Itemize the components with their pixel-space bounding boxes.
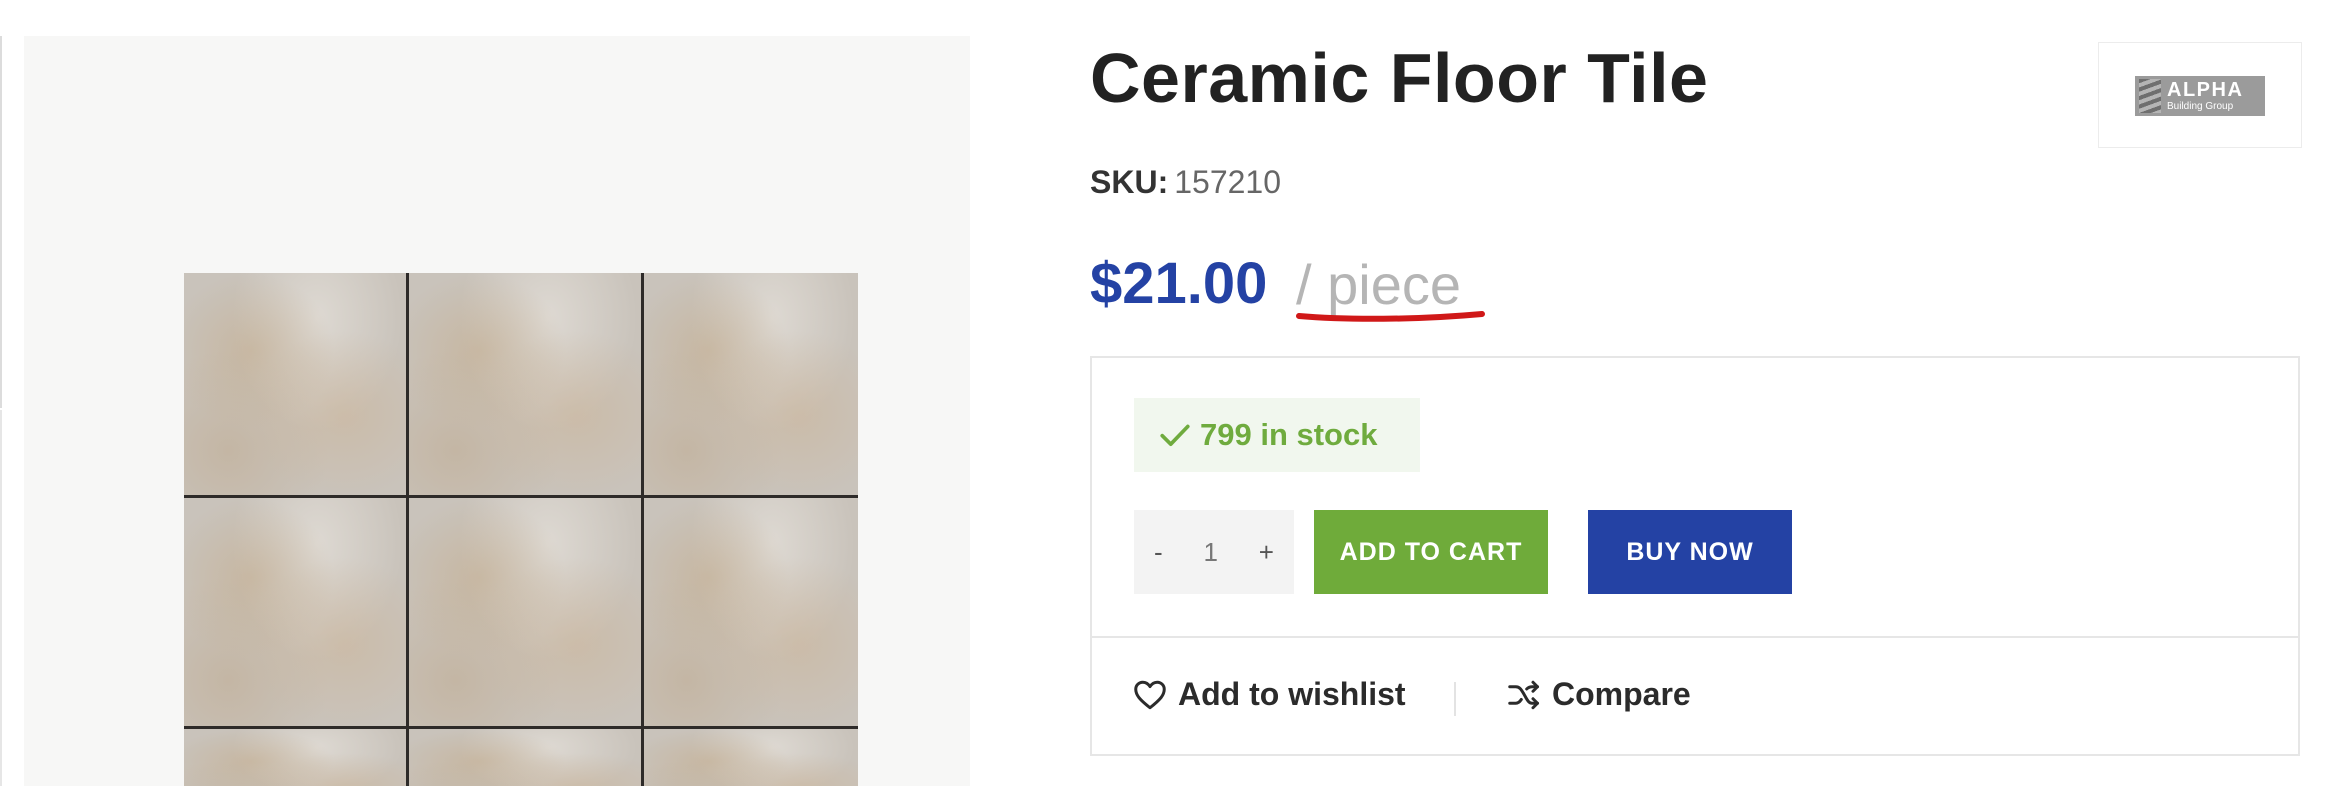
compare-label: Compare [1552, 676, 1691, 712]
brand-mark-icon [2139, 79, 2161, 113]
brand-logo: ALPHA Building Group [2135, 76, 2265, 116]
left-edge-divider [0, 36, 2, 408]
check-icon [1160, 424, 1190, 447]
purchase-box-divider [1092, 636, 2298, 638]
product-page: Ceramic Floor Tile ALPHA Building Group … [0, 0, 2328, 786]
red-underline-annotation [1296, 311, 1485, 322]
sku-value: 157210 [1174, 164, 1281, 200]
product-image-panel[interactable] [24, 36, 970, 786]
quantity-decrease-button[interactable]: - [1154, 537, 1163, 568]
sku-label: SKU: [1090, 164, 1169, 200]
buy-now-button[interactable]: BUY NOW [1588, 510, 1792, 594]
brand-tagline: Building Group [2167, 101, 2234, 112]
shuffle-icon [1508, 680, 1539, 709]
left-edge-divider [0, 410, 2, 786]
stock-status-badge: 799 in stock [1134, 398, 1420, 472]
product-price: $21.00 [1090, 251, 1268, 316]
ceramic-floor-tile-image [184, 273, 858, 786]
heart-icon [1134, 680, 1166, 709]
add-to-cart-button[interactable]: ADD TO CART [1314, 510, 1548, 594]
product-title: Ceramic Floor Tile [1090, 39, 1709, 117]
stock-text: 799 in stock [1200, 417, 1378, 452]
quantity-increase-button[interactable]: + [1259, 537, 1274, 568]
action-separator [1454, 682, 1456, 716]
brand-logo-link[interactable]: ALPHA Building Group [2098, 42, 2302, 148]
compare-link[interactable]: Compare [1506, 676, 1691, 713]
brand-name: ALPHA [2167, 79, 2244, 101]
wishlist-label: Add to wishlist [1178, 676, 1406, 712]
add-to-wishlist-link[interactable]: Add to wishlist [1132, 676, 1406, 713]
quantity-stepper[interactable]: - 1 + [1134, 510, 1294, 594]
purchase-box: 799 in stock - 1 + ADD TO CART BUY NOW A… [1090, 356, 2300, 756]
quantity-input[interactable]: 1 [1204, 537, 1218, 568]
product-sku: SKU: 157210 [1090, 164, 1281, 201]
